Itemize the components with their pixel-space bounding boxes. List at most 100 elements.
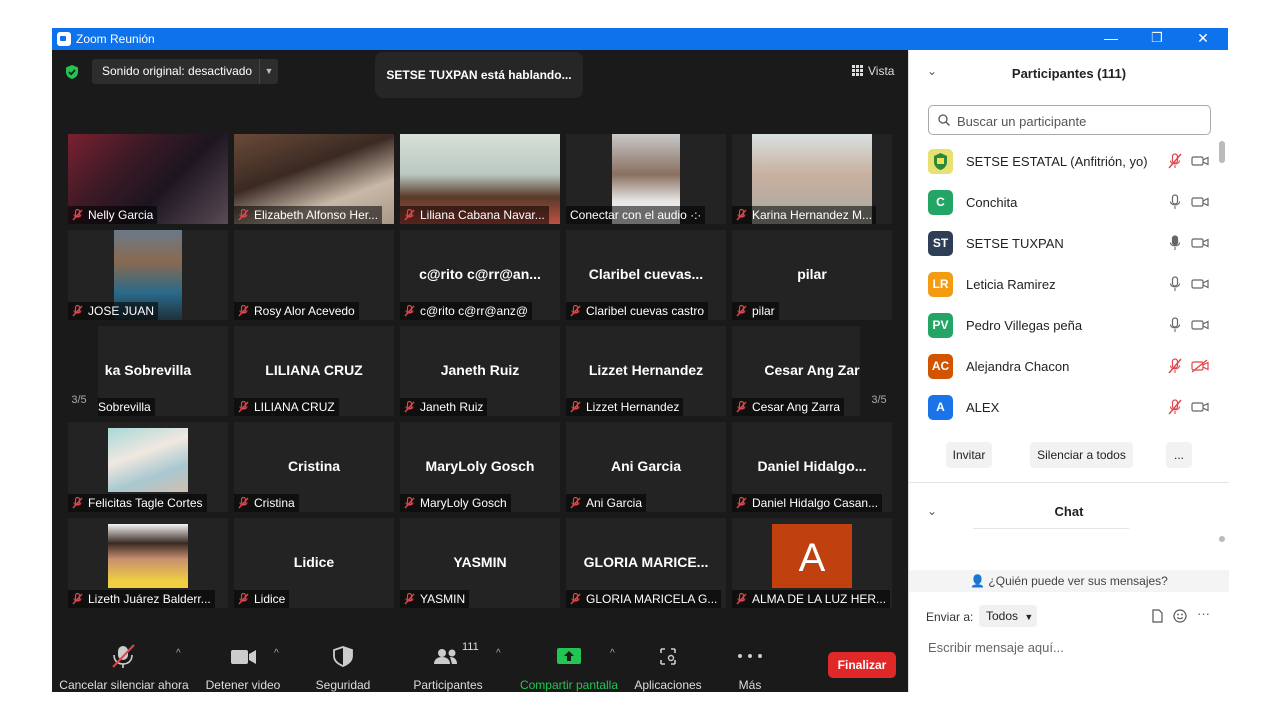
participant-video-tile[interactable]: Felicitas Tagle Cortes <box>68 422 228 512</box>
participant-search[interactable] <box>928 105 1211 135</box>
restore-button[interactable]: ❐ <box>1134 28 1180 50</box>
participant-video-tile[interactable]: c@rito c@rr@an... c@rito c@rr@anz@ <box>400 230 560 320</box>
participant-video-tile[interactable]: Cristina Cristina <box>234 422 394 512</box>
chat-message-input[interactable] <box>926 634 1220 660</box>
file-icon[interactable] <box>1150 609 1164 623</box>
end-meeting-button[interactable]: Finalizar <box>828 652 896 678</box>
chat-more-button[interactable]: ··· <box>1197 606 1210 621</box>
muted-mic-icon <box>736 401 747 413</box>
participant-name-text: Liliana Cabana Navar... <box>420 208 545 222</box>
participant-name-label: Lizeth Juárez Balderr... <box>68 590 215 608</box>
meeting-toolbar: Cancelar silenciar ahora ^ Detener video… <box>52 640 908 692</box>
participant-video-tile[interactable]: Rosy Alor Acevedo <box>234 230 394 320</box>
active-speaker-banner: SETSE TUXPAN está hablando... <box>375 52 583 98</box>
participant-row[interactable]: SETSE ESTATAL (Anfitrión, yo) <box>909 141 1221 182</box>
participant-list-scrollbar[interactable] <box>1219 141 1225 428</box>
participant-video-tile[interactable]: Nelly Garcia <box>68 134 228 224</box>
participant-row[interactable]: ST SETSE TUXPAN <box>909 223 1221 264</box>
muted-mic-icon[interactable] <box>1168 358 1182 374</box>
participant-video-tile[interactable]: JOSE JUAN <box>68 230 228 320</box>
participant-video-tile[interactable]: Lizzet Hernandez Lizzet Hernandez <box>566 326 726 416</box>
encryption-shield-icon[interactable] <box>64 64 80 80</box>
participant-video-tile[interactable]: Ani Garcia Ani Garcia <box>566 422 726 512</box>
chat-scrollbar-thumb[interactable] <box>1219 536 1225 542</box>
security-button[interactable]: Seguridad <box>304 640 382 692</box>
participant-video-tile[interactable]: Daniel Hidalgo... Daniel Hidalgo Casan... <box>732 422 892 512</box>
scrollbar-thumb[interactable] <box>1219 141 1225 163</box>
video-camera-icon[interactable] <box>1191 236 1209 250</box>
participant-video-tile[interactable]: YASMIN YASMIN <box>400 518 560 608</box>
participant-name-text: Lidice <box>254 592 286 606</box>
muted-mic-icon[interactable] <box>1168 153 1182 169</box>
microphone-icon[interactable] <box>1168 317 1182 333</box>
video-options-caret[interactable]: ^ <box>274 648 279 659</box>
participant-search-input[interactable] <box>955 110 1199 132</box>
participants-button[interactable]: 111 Participantes <box>404 640 492 692</box>
participant-name-label: Nelly Garcia <box>68 206 158 224</box>
participant-row[interactable]: AC Alejandra Chacon <box>909 346 1221 387</box>
close-button[interactable]: ✕ <box>1180 28 1226 50</box>
muted-mic-icon <box>736 305 747 317</box>
participant-video-tile[interactable]: Claribel cuevas... Claribel cuevas castro <box>566 230 726 320</box>
participant-video-tile[interactable]: pilar pilar <box>732 230 892 320</box>
video-camera-icon[interactable] <box>1191 154 1209 168</box>
participant-video-tile[interactable]: LILIANA CRUZ LILIANA CRUZ <box>234 326 394 416</box>
participant-video-tile[interactable]: GLORIA MARICE... GLORIA MARICELA G... <box>566 518 726 608</box>
share-screen-button[interactable]: Compartir pantalla <box>518 640 620 692</box>
participant-video-tile[interactable]: A ALMA DE LA LUZ HER... <box>732 518 892 608</box>
who-can-see-messages[interactable]: 👤 ¿Quién puede ver sus mensajes? <box>909 570 1229 592</box>
video-camera-icon[interactable] <box>1191 277 1209 291</box>
video-camera-icon[interactable] <box>1191 318 1209 332</box>
participant-video-tile[interactable]: Conectar con el audio ·:· <box>566 134 726 224</box>
participants-panel: ⌄ Participantes (111) SETSE ESTATAL (Anf… <box>908 50 1229 692</box>
participant-row[interactable]: C Conchita <box>909 182 1221 223</box>
participant-name-text: Rosy Alor Acevedo <box>254 304 355 318</box>
participant-video-tile[interactable]: MaryLoly Gosch MaryLoly Gosch <box>400 422 560 512</box>
participant-video-tile[interactable]: Karina Hernandez M... <box>732 134 892 224</box>
muted-mic-icon[interactable] <box>1168 399 1182 415</box>
participant-name-label: JOSE JUAN <box>68 302 159 320</box>
view-button[interactable]: Vista <box>844 60 902 82</box>
participant-row[interactable]: PV Pedro Villegas peña <box>909 305 1221 346</box>
audio-options-caret[interactable]: ^ <box>176 648 181 659</box>
more-options-button[interactable]: ... <box>1166 442 1192 468</box>
more-button[interactable]: Más <box>728 640 772 692</box>
apps-icon <box>660 648 676 665</box>
participant-video-tile[interactable]: Elizabeth Alfonso Her... <box>234 134 394 224</box>
muted-mic-icon <box>72 593 83 605</box>
microphone-icon[interactable] <box>1168 276 1182 292</box>
participant-display-name: Claribel cuevas... <box>588 266 704 282</box>
mute-all-button[interactable]: Silenciar a todos <box>1030 442 1133 468</box>
video-off-icon[interactable] <box>1191 359 1209 373</box>
participant-row[interactable]: LR Leticia Ramirez <box>909 264 1221 305</box>
video-camera-icon[interactable] <box>1191 195 1209 209</box>
participant-video-tile[interactable]: Janeth Ruiz Janeth Ruiz <box>400 326 560 416</box>
participants-options-caret[interactable]: ^ <box>496 648 501 659</box>
more-label: Más <box>738 678 762 692</box>
participant-video-tile[interactable]: Lizeth Juárez Balderr... <box>68 518 228 608</box>
share-options-caret[interactable]: ^ <box>610 648 615 659</box>
microphone-icon[interactable] <box>1168 235 1182 251</box>
participant-name: Pedro Villegas peña <box>966 318 1083 333</box>
chevron-down-icon[interactable]: ▼ <box>259 59 278 84</box>
invite-button[interactable]: Invitar <box>946 442 992 468</box>
participant-display-name: Lidice <box>293 554 335 570</box>
apps-button[interactable]: Aplicaciones <box>630 640 706 692</box>
next-page-button[interactable]: 3/5 <box>860 326 898 416</box>
previous-page-button[interactable]: 3/5 <box>60 326 98 416</box>
unmute-button[interactable]: Cancelar silenciar ahora <box>58 640 190 692</box>
send-to-dropdown[interactable]: Todos ▼ <box>979 605 1037 627</box>
emoji-icon[interactable] <box>1173 609 1187 623</box>
participant-video-tile[interactable]: Liliana Cabana Navar... <box>400 134 560 224</box>
participant-name: SETSE ESTATAL (Anfitrión, yo) <box>966 154 1148 169</box>
participant-name-label: Liliana Cabana Navar... <box>400 206 549 224</box>
participant-name-text: MaryLoly Gosch <box>420 496 507 510</box>
participant-video-tile[interactable]: Lidice Lidice <box>234 518 394 608</box>
microphone-icon[interactable] <box>1168 194 1182 210</box>
video-camera-icon[interactable] <box>1191 400 1209 414</box>
participant-avatar: PV <box>928 313 953 338</box>
original-sound-dropdown[interactable]: Sonido original: desactivado ▼ <box>92 59 278 84</box>
minimize-button[interactable]: — <box>1088 28 1134 50</box>
window-title: Zoom Reunión <box>76 32 155 46</box>
participant-row[interactable]: A ALEX <box>909 387 1221 428</box>
